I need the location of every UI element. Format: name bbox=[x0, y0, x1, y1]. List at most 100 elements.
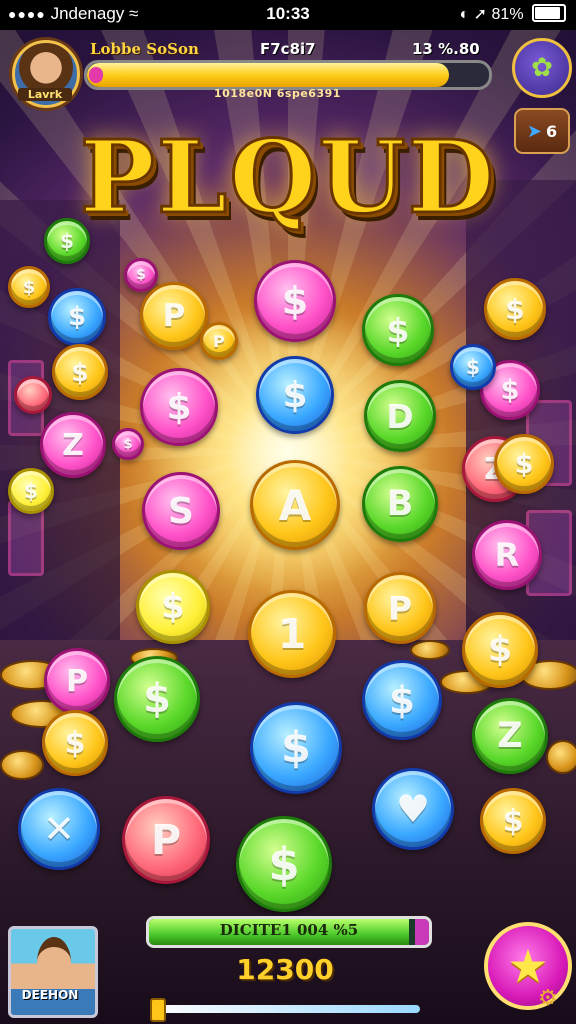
green-coin[interactable]: $ bbox=[114, 656, 200, 742]
gold-coin[interactable]: P bbox=[200, 322, 238, 360]
pink-coin[interactable]: S bbox=[142, 472, 220, 550]
battery-percent: 81% bbox=[491, 6, 524, 23]
progress-label: DICITE1 004 %5 bbox=[219, 921, 359, 939]
profile-face bbox=[37, 937, 71, 987]
coin-glyph: $ bbox=[268, 837, 300, 891]
star-icon: ★ bbox=[507, 939, 549, 993]
blue-coin[interactable]: $ bbox=[48, 288, 106, 346]
coin-glyph: $ bbox=[514, 448, 534, 480]
coin-glyph: $ bbox=[136, 267, 146, 283]
game-title: PLQUD bbox=[78, 117, 497, 238]
gold-coin[interactable]: $ bbox=[42, 710, 108, 776]
score-value: 12300 bbox=[236, 953, 334, 986]
player-avatar-label: Lavrk bbox=[18, 88, 72, 101]
green-coin[interactable]: $ bbox=[44, 218, 90, 264]
progress-bar: DICITE1 004 %5 bbox=[146, 916, 432, 948]
level-text: F7c8i7 bbox=[260, 40, 316, 58]
coin-glyph: $ bbox=[281, 279, 309, 323]
yellow-coin[interactable]: $ bbox=[8, 468, 54, 514]
xp-bar-fill bbox=[87, 63, 449, 87]
coin-glyph: $ bbox=[161, 587, 185, 627]
gear-icon[interactable]: ⚙ bbox=[538, 986, 558, 1011]
green-coin[interactable]: $ bbox=[362, 294, 434, 366]
pink-coin[interactable]: $ bbox=[254, 260, 336, 342]
gold-coin[interactable]: P bbox=[140, 282, 208, 350]
gold-coin[interactable]: $ bbox=[8, 266, 50, 308]
coin-glyph: $ bbox=[502, 803, 524, 839]
coin-glyph: $ bbox=[143, 676, 171, 722]
blue-coin[interactable]: ✕ bbox=[18, 788, 100, 870]
status-bar: ●●●● Jndenagy ≈ 10:33 ◐ ➚ 81% bbox=[0, 0, 576, 30]
gold-coin[interactable]: $ bbox=[484, 278, 546, 340]
battery-info: ◐ ➚ 81% bbox=[460, 4, 566, 24]
coin-glyph: R bbox=[494, 536, 520, 574]
coin-pile bbox=[546, 740, 576, 774]
player-name: Lobbe SoSon bbox=[90, 40, 199, 58]
red-coin[interactable] bbox=[14, 376, 52, 414]
pink-coin[interactable]: R bbox=[472, 520, 542, 590]
gold-coin[interactable]: A bbox=[250, 460, 340, 550]
blue-coin[interactable]: $ bbox=[256, 356, 334, 434]
coin-glyph: $ bbox=[123, 436, 133, 452]
coin-glyph: $ bbox=[67, 302, 87, 332]
lock-rotation-icon: ◐ bbox=[459, 6, 470, 23]
count-text: 13 %.80 bbox=[412, 40, 480, 58]
coin-glyph: $ bbox=[389, 678, 415, 722]
coin-glyph: $ bbox=[487, 630, 513, 670]
pink-coin[interactable]: $ bbox=[124, 258, 158, 292]
coin-glyph: $ bbox=[282, 374, 308, 416]
coin-glyph: $ bbox=[71, 357, 89, 387]
blue-coin[interactable]: $ bbox=[250, 702, 342, 794]
coin-glyph: 1 bbox=[277, 610, 307, 658]
coin-glyph: B bbox=[386, 484, 414, 524]
coin-glyph: Z bbox=[497, 716, 523, 756]
xp-bar-cap bbox=[89, 67, 103, 83]
coin-glyph: $ bbox=[505, 292, 525, 326]
gold-coin[interactable]: P bbox=[364, 572, 436, 644]
gold-coin[interactable]: $ bbox=[480, 788, 546, 854]
blue-coin[interactable]: $ bbox=[362, 660, 442, 740]
gold-coin[interactable]: $ bbox=[494, 434, 554, 494]
coin-glyph: Z bbox=[62, 427, 84, 463]
yellow-coin[interactable]: $ bbox=[136, 570, 210, 644]
pink-coin[interactable]: P bbox=[44, 648, 110, 714]
green-coin[interactable]: Z bbox=[472, 698, 548, 774]
green-coin[interactable]: D bbox=[364, 380, 436, 452]
coin-glyph: D bbox=[386, 396, 414, 436]
coin-glyph: A bbox=[278, 480, 312, 530]
green-coin[interactable]: $ bbox=[236, 816, 332, 912]
green-coin[interactable]: B bbox=[362, 466, 438, 542]
profile-label: DEEHON bbox=[21, 988, 79, 1002]
volume-slider-track[interactable] bbox=[150, 1005, 420, 1013]
xp-bar bbox=[84, 60, 492, 90]
play-star-button[interactable]: ★ bbox=[484, 922, 572, 1010]
blue-coin[interactable]: $ bbox=[450, 344, 496, 390]
battery-icon bbox=[532, 4, 566, 22]
coin-glyph: $ bbox=[281, 723, 311, 773]
pink-coin[interactable]: Z bbox=[40, 412, 106, 478]
blue-coin[interactable]: ♥ bbox=[372, 768, 454, 850]
coin-glyph: $ bbox=[500, 374, 520, 406]
coin-glyph: $ bbox=[166, 386, 192, 428]
pink-coin[interactable]: $ bbox=[112, 428, 144, 460]
gold-coin[interactable]: 1 bbox=[248, 590, 336, 678]
coin-glyph: S bbox=[168, 490, 194, 532]
coin-glyph: P bbox=[213, 331, 225, 351]
coin-glyph: $ bbox=[22, 276, 36, 298]
gold-coin[interactable]: $ bbox=[462, 612, 538, 688]
volume-slider-handle[interactable] bbox=[150, 998, 166, 1022]
coin-glyph: $ bbox=[386, 310, 410, 350]
coin-pile bbox=[410, 640, 450, 660]
bonus-button[interactable]: ✿ bbox=[512, 38, 572, 98]
gold-coin[interactable]: $ bbox=[52, 344, 108, 400]
clover-icon: ✿ bbox=[531, 53, 553, 83]
coin-pile bbox=[0, 750, 44, 780]
red-coin[interactable]: P bbox=[122, 796, 210, 884]
coin-glyph: $ bbox=[24, 479, 38, 503]
pink-coin[interactable]: $ bbox=[140, 368, 218, 446]
coin-glyph: ✕ bbox=[43, 807, 75, 851]
coin-glyph: P bbox=[66, 663, 88, 699]
location-icon: ➚ bbox=[473, 6, 488, 23]
profile-card[interactable] bbox=[8, 926, 98, 1018]
coin-glyph: $ bbox=[64, 725, 86, 761]
